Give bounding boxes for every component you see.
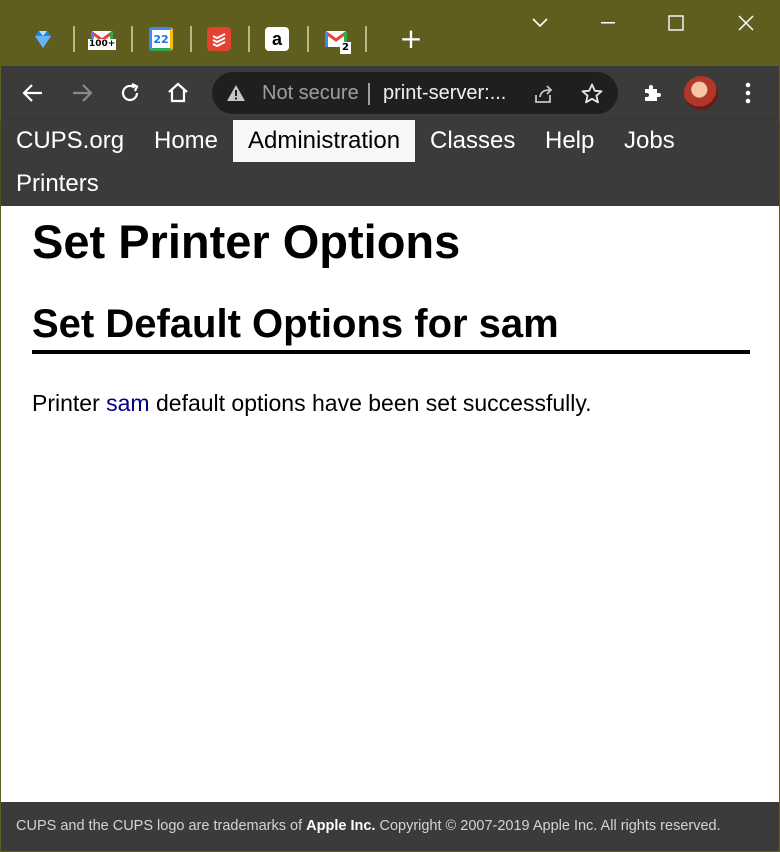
calendar-icon: 22 xyxy=(149,27,173,51)
arrow-right-icon xyxy=(73,84,93,102)
tab-separator xyxy=(190,26,192,52)
gmail-icon: 2 xyxy=(324,27,351,54)
nav-cups-org[interactable]: CUPS.org xyxy=(1,120,139,162)
printer-link[interactable]: sam xyxy=(106,390,149,416)
extensions-button[interactable] xyxy=(637,77,669,109)
url-text[interactable]: print-server:... xyxy=(383,82,506,105)
reload-icon xyxy=(121,83,139,102)
minimize-icon xyxy=(601,22,615,24)
tab-gmail-100[interactable]: 100+ xyxy=(82,20,122,58)
page-footer: CUPS and the CUPS logo are trademarks of… xyxy=(1,802,779,851)
minimize-button[interactable] xyxy=(585,8,631,38)
tab-gmail-2[interactable]: 2 xyxy=(316,20,356,58)
footer-copyright: Copyright © 2007-2019 Apple Inc. All rig… xyxy=(379,818,721,834)
tab-todoist[interactable] xyxy=(199,20,239,58)
tab-separator xyxy=(307,26,309,52)
tab-badge: 2 xyxy=(340,42,351,54)
tab-strip: 100+ 22 a 2 + xyxy=(1,0,779,66)
browser-toolbar: Not secure print-server:... xyxy=(1,66,779,120)
gmail-icon: 100+ xyxy=(88,27,117,51)
tab-separator xyxy=(248,26,250,52)
star-icon[interactable] xyxy=(580,82,604,106)
puzzle-icon xyxy=(645,85,661,101)
nav-home[interactable]: Home xyxy=(139,120,233,162)
back-button[interactable] xyxy=(17,77,49,109)
tab-separator xyxy=(131,26,133,52)
footer-company: Apple Inc. xyxy=(306,818,376,834)
cups-nav-bar: CUPS.org Home Administration Classes Hel… xyxy=(1,120,779,206)
security-status-label[interactable]: Not secure xyxy=(262,82,358,105)
message-prefix: Printer xyxy=(32,390,100,416)
home-button[interactable] xyxy=(162,77,194,109)
avatar[interactable] xyxy=(684,76,718,110)
warning-icon[interactable] xyxy=(226,83,246,103)
kebab-menu-icon xyxy=(745,82,751,104)
message-suffix: default options have been set successful… xyxy=(155,390,592,416)
close-window-button[interactable] xyxy=(723,8,769,38)
gem-icon xyxy=(31,27,55,51)
nav-help[interactable]: Help xyxy=(530,120,609,162)
page-title: Set Printer Options xyxy=(32,215,461,268)
tab-gem[interactable] xyxy=(23,20,63,58)
tab-badge: 100+ xyxy=(88,39,117,50)
section-title: Set Default Options for sam xyxy=(32,302,750,354)
close-icon xyxy=(738,15,754,31)
tab-search-button[interactable] xyxy=(517,8,563,38)
tab-calendar[interactable]: 22 xyxy=(141,20,181,58)
nav-classes[interactable]: Classes xyxy=(415,120,530,162)
maximize-icon xyxy=(668,15,684,31)
tab-separator xyxy=(73,26,75,52)
nav-jobs[interactable]: Jobs xyxy=(609,120,690,162)
forward-button[interactable] xyxy=(66,77,98,109)
todoist-icon xyxy=(207,27,231,51)
amazon-icon: a xyxy=(265,27,289,51)
omnibox-divider xyxy=(368,83,370,105)
browser-window: 100+ 22 a 2 + Not secure print-server:..… xyxy=(1,0,779,851)
home-icon xyxy=(168,82,188,103)
address-bar[interactable]: Not secure print-server:... xyxy=(212,72,618,114)
share-icon[interactable] xyxy=(532,82,556,106)
nav-printers[interactable]: Printers xyxy=(1,163,114,205)
footer-prefix: CUPS and the CUPS logo are trademarks of xyxy=(16,818,303,834)
maximize-button[interactable] xyxy=(653,8,699,38)
reload-button[interactable] xyxy=(114,77,146,109)
status-message: Printer sam default options have been se… xyxy=(32,390,592,417)
chevron-down-icon xyxy=(532,18,548,28)
arrow-left-icon xyxy=(22,84,42,102)
page-content: Set Printer Options Set Default Options … xyxy=(1,206,779,802)
nav-administration[interactable]: Administration xyxy=(233,120,416,162)
new-tab-button[interactable]: + xyxy=(395,24,427,56)
menu-button[interactable] xyxy=(732,77,764,109)
tab-amazon[interactable]: a xyxy=(257,20,297,58)
tab-separator xyxy=(365,26,367,52)
